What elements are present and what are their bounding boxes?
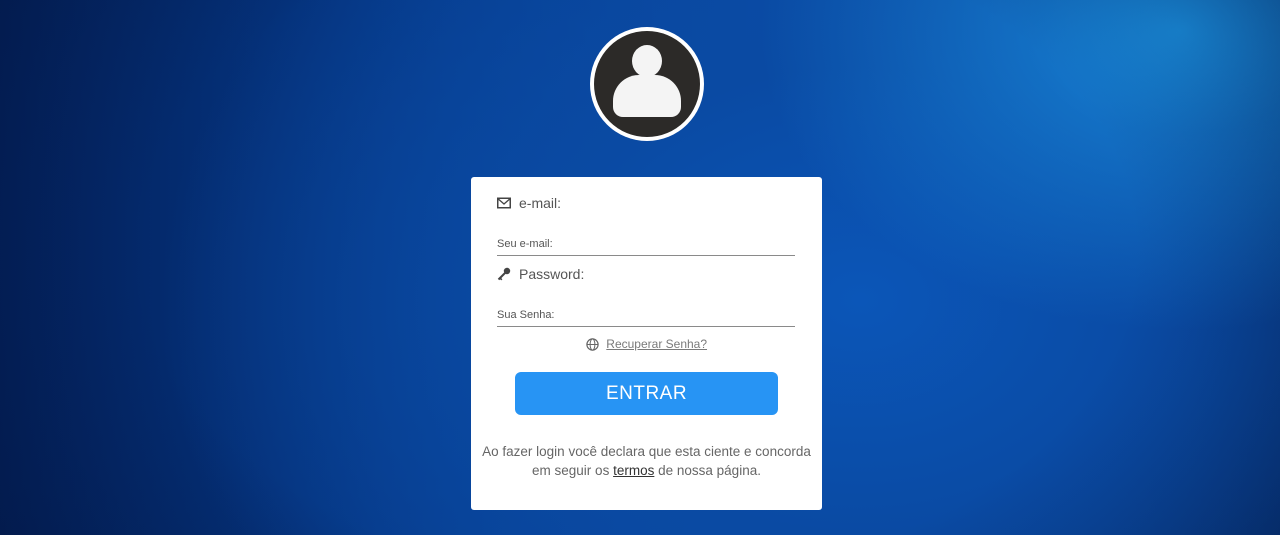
envelope-icon [497,196,513,210]
email-label-text: e-mail: [519,195,562,211]
recover-password-link[interactable]: Recuperar Senha? [606,337,707,351]
password-label-text: Password: [519,266,585,282]
terms-link[interactable]: termos [613,463,654,478]
key-icon [497,267,513,281]
login-card: e-mail: Password: Recuperar Senha? ENTRA… [471,177,822,510]
user-icon-head [632,45,662,77]
email-label: e-mail: [497,195,561,211]
email-field[interactable] [497,232,795,256]
password-field[interactable] [497,303,795,327]
terms-notice: Ao fazer login você declara que esta cie… [481,442,812,480]
globe-icon [586,338,599,354]
recover-password: Recuperar Senha? [471,337,822,354]
password-label: Password: [497,266,584,282]
user-icon-body [613,75,681,117]
user-icon [594,31,700,137]
terms-text-after: de nossa página. [658,463,761,478]
submit-button[interactable]: ENTRAR [515,372,778,415]
avatar [590,27,704,141]
